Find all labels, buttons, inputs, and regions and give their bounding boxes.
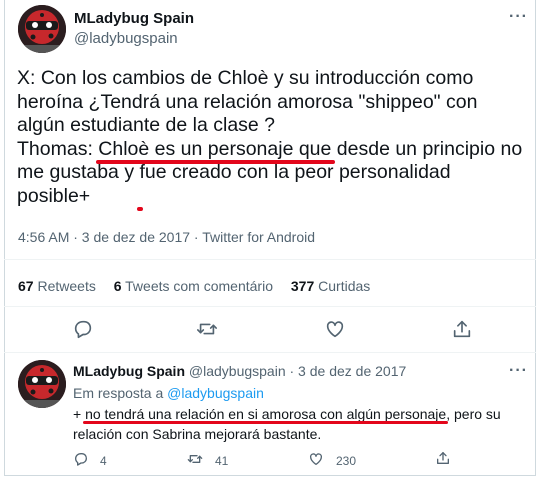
retweet-icon[interactable]: [196, 318, 218, 340]
reply-text-prefix: +: [73, 406, 86, 422]
like-icon[interactable]: [308, 451, 324, 467]
retweet-count: 41: [215, 454, 229, 468]
retweets-count: 67: [18, 278, 34, 294]
tweet-stats: 67 Retweets 6 Tweets com comentário 377 …: [18, 278, 384, 294]
reply-text: + no tendrá una relación en si amorosa c…: [73, 404, 523, 444]
more-icon[interactable]: ···: [509, 8, 528, 26]
likes-count: 377: [290, 278, 315, 294]
reply-header: MLadybug Spain @ladybugspain · 3 de dez …: [73, 363, 406, 379]
underlined-phrase-3: no tendrá una relación en si amorosa con…: [85, 406, 447, 422]
like-count: 230: [336, 454, 357, 468]
reply-icon[interactable]: [73, 451, 89, 467]
retweets-stat[interactable]: 67 Retweets: [18, 278, 96, 294]
replying-to-link[interactable]: @ladybugspain: [167, 385, 264, 401]
tweet-text: X: Con los cambios de Chloè y su introdu…: [17, 67, 527, 208]
reply-avatar[interactable]: [18, 360, 66, 408]
replying-prefix: Em resposta a: [73, 385, 168, 401]
reply-icon[interactable]: [72, 318, 94, 340]
likes-stat[interactable]: 377 Curtidas: [291, 278, 370, 294]
tweet-text-thomas: Thomas:: [17, 137, 99, 160]
avatar[interactable]: [18, 5, 66, 53]
like-icon[interactable]: [324, 318, 346, 340]
quotes-stat[interactable]: 6 Tweets com comentário: [114, 278, 273, 294]
share-icon[interactable]: [451, 318, 473, 340]
divider: [4, 259, 536, 260]
tweet-text-question: X: Con los cambios de Chloè y su introdu…: [17, 67, 478, 136]
more-icon[interactable]: ···: [509, 362, 528, 380]
author-handle[interactable]: @ladybugspain: [74, 30, 178, 47]
retweets-label: Retweets: [37, 278, 96, 294]
quotes-count: 6: [113, 278, 122, 294]
reply-author-handle-date[interactable]: @ladybugspain · 3 de dez de 2017: [189, 363, 406, 379]
tweet-timestamp[interactable]: 4:56 AM · 3 de dez de 2017 · Twitter for…: [18, 229, 315, 245]
divider: [4, 306, 536, 307]
divider: [4, 352, 536, 353]
author-name[interactable]: MLadybug Spain: [74, 10, 194, 27]
retweet-icon[interactable]: [187, 451, 203, 467]
reply-author-name[interactable]: MLadybug Spain: [73, 363, 185, 379]
reply-count: 4: [100, 454, 107, 468]
share-icon[interactable]: [435, 450, 451, 466]
underlined-phrase-1: Chloè es un personaje que: [98, 137, 332, 160]
quotes-label: Tweets com comentário: [125, 278, 273, 294]
likes-label: Curtidas: [318, 278, 371, 294]
replying-to: Em resposta a @ladybugspain: [73, 385, 264, 401]
